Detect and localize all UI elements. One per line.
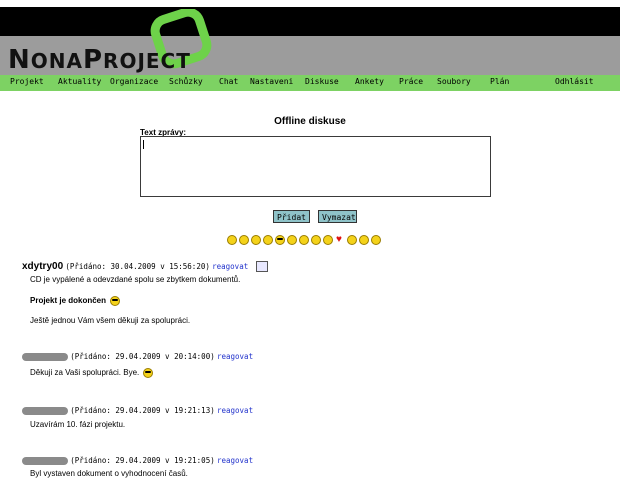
post-line: Děkuji za Vaši spolupráci. Bye. [30, 368, 140, 378]
page-title: Offline diskuse [274, 116, 346, 127]
logo-letter-n: N [8, 45, 31, 75]
post-bold-line: Projekt je dokončen [30, 296, 107, 306]
clear-button[interactable]: Vymazat [318, 210, 357, 223]
add-button[interactable]: Přidat [273, 210, 310, 223]
post-meta: (Přidáno: 29.04.2009 v 19:21:13) [70, 406, 215, 415]
post-header: (Přidáno: 29.04.2009 v 20:14:00) reagova… [22, 352, 253, 361]
reply-link[interactable]: reagovat [217, 456, 253, 465]
logo-letters-roject: ROJECT [103, 49, 191, 73]
menu-aktuality[interactable]: Aktuality [58, 77, 101, 86]
menu-diskuse[interactable]: Diskuse [305, 77, 339, 86]
post-text: Byl vystaven dokument o vyhodnocení časů… [30, 469, 188, 478]
smile-icon[interactable] [227, 235, 237, 245]
sunglasses-icon [145, 371, 152, 373]
text-caret [143, 140, 144, 149]
message-textarea[interactable] [140, 136, 491, 197]
sunglasses-icon [112, 299, 119, 301]
cool-icon [143, 368, 154, 378]
main-menu: Projekt Aktuality Organizace Schůzky Cha… [0, 75, 620, 91]
post-meta: (Přidáno: 29.04.2009 v 19:21:05) [70, 456, 215, 465]
reply-link[interactable]: reagovat [217, 352, 253, 361]
laugh-icon[interactable] [299, 235, 309, 245]
neutral-icon[interactable] [263, 235, 273, 245]
heart-icon[interactable]: ♥ [336, 235, 342, 245]
menu-schuzky[interactable]: Schůzky [169, 77, 203, 86]
surprised-icon[interactable] [323, 235, 333, 245]
menu-soubory[interactable]: Soubory [437, 77, 471, 86]
menu-prace[interactable]: Práce [399, 77, 423, 86]
post-meta: (Přidáno: 30.04.2009 v 15:56:20) [65, 262, 210, 271]
logo-text: NONAPROJECT [8, 47, 191, 73]
angry-icon[interactable] [347, 235, 357, 245]
tongue-icon[interactable] [311, 235, 321, 245]
post-bold-text: Projekt je dokončen [30, 296, 121, 306]
sunglasses-icon [277, 238, 283, 240]
banner-black-band [0, 7, 620, 36]
wink-icon[interactable] [287, 235, 297, 245]
hidden-author [22, 406, 68, 415]
post-text: Ještě jednou Vám všem děkuji za spoluprá… [30, 316, 191, 325]
grin-icon[interactable] [239, 235, 249, 245]
sick-icon[interactable] [359, 235, 369, 245]
hidden-author [22, 352, 68, 361]
post-header: (Přidáno: 29.04.2009 v 19:21:13) reagova… [22, 406, 253, 415]
menu-odhlasit[interactable]: Odhlásit [555, 77, 594, 86]
menu-projekt[interactable]: Projekt [10, 77, 44, 86]
menu-nastaveni[interactable]: Nastaveni [250, 77, 293, 86]
reply-link[interactable]: reagovat [217, 406, 253, 415]
sad-icon[interactable] [251, 235, 261, 245]
post-header: xdytry00 (Přidáno: 30.04.2009 v 15:56:20… [22, 261, 269, 273]
post-text: Uzavírám 10. fázi projektu. [30, 420, 126, 429]
cool-icon[interactable] [275, 235, 285, 245]
logo-letter-p: P [82, 45, 104, 75]
post-author: xdytry00 [22, 261, 64, 272]
post-header: (Přidáno: 29.04.2009 v 19:21:05) reagova… [22, 456, 253, 465]
menu-chat[interactable]: Chat [219, 77, 238, 86]
post-text: Děkuji za Vaši spolupráci. Bye. [30, 368, 154, 378]
reply-link[interactable]: reagovat [212, 262, 248, 271]
hidden-author [22, 456, 68, 465]
post-text: CD je vypálené a odevzdané spolu se zbyt… [30, 275, 241, 284]
menu-plan[interactable]: Plán [490, 77, 509, 86]
menu-ankety[interactable]: Ankety [355, 77, 384, 86]
post-meta: (Přidáno: 29.04.2009 v 20:14:00) [70, 352, 215, 361]
logo-letters-ona: ONA [30, 49, 83, 73]
cool-icon [110, 296, 121, 306]
menu-organizace[interactable]: Organizace [110, 77, 158, 86]
header-banner: NONAPROJECT [0, 7, 620, 77]
confused-icon[interactable] [371, 235, 381, 245]
edit-icon[interactable] [256, 261, 269, 273]
top-strip [0, 0, 620, 7]
